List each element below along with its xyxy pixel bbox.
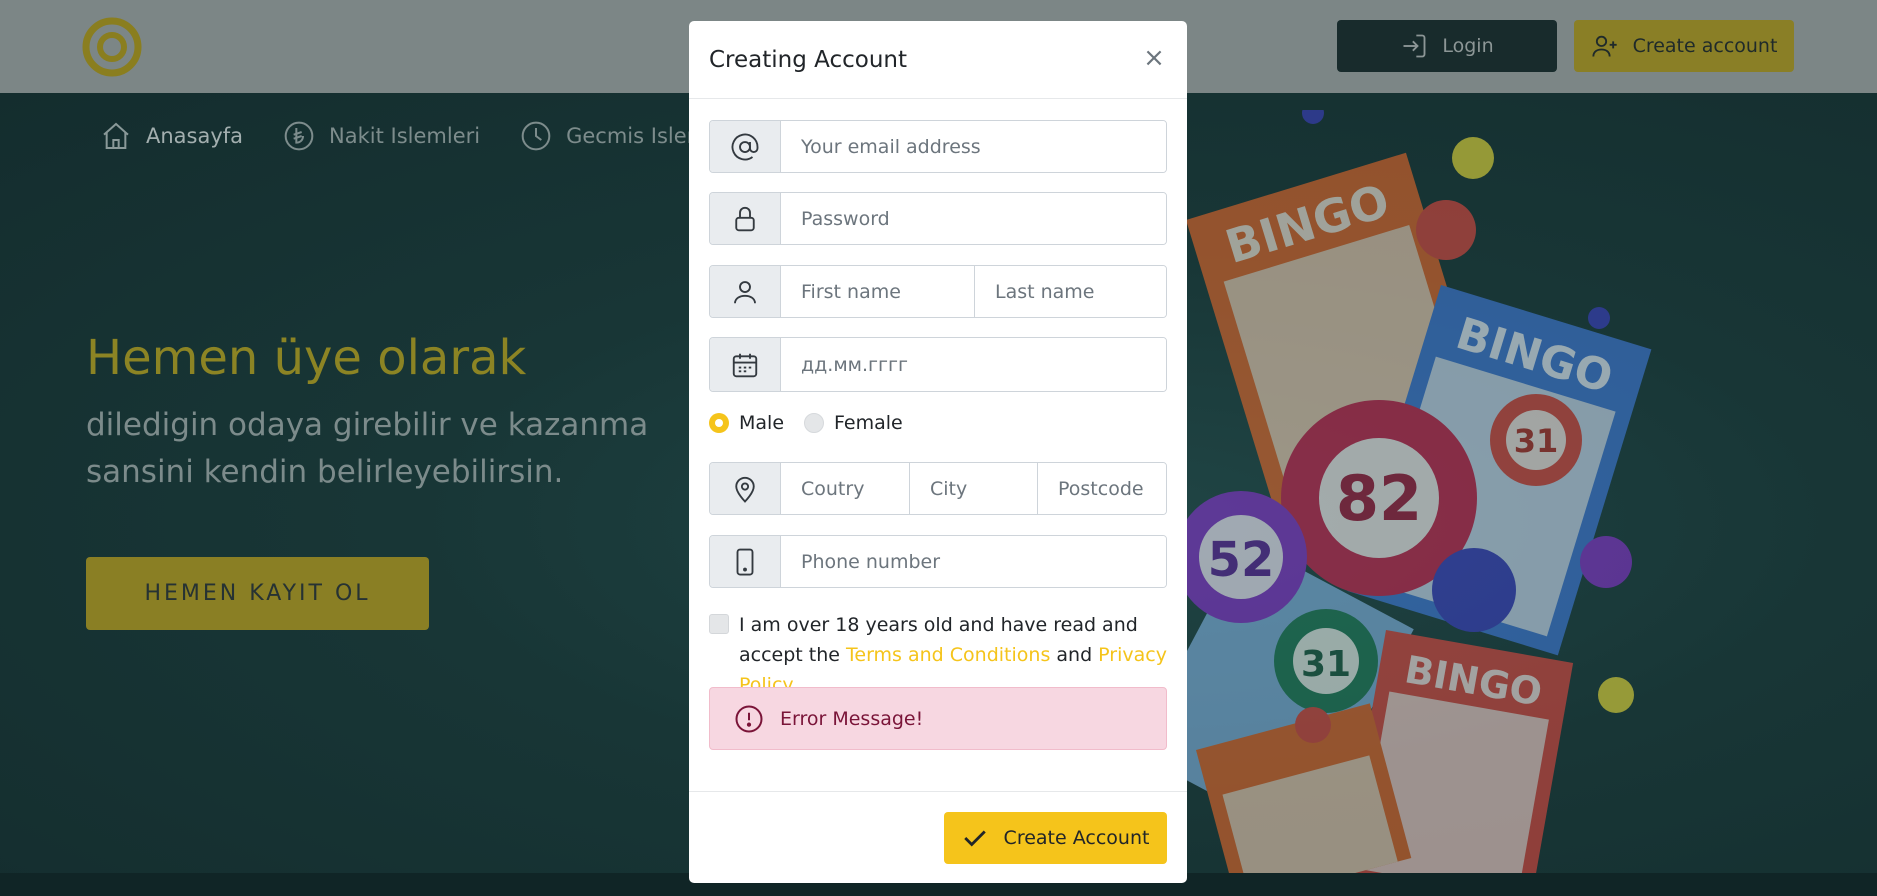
hero-title: Hemen üye olarak xyxy=(86,330,527,386)
phone-input[interactable] xyxy=(781,536,1166,587)
email-input[interactable] xyxy=(781,121,1166,172)
last-name-input[interactable] xyxy=(974,266,1166,317)
create-account-modal: Creating Account × Your email address Fi… xyxy=(689,21,1187,883)
close-icon[interactable]: × xyxy=(1141,43,1167,73)
login-label: Login xyxy=(1442,35,1494,57)
at-sign-icon xyxy=(731,133,759,160)
clock-icon xyxy=(521,121,551,151)
gender-radio-group: Male Female xyxy=(709,412,923,434)
modal-header: Creating Account × xyxy=(689,21,1187,99)
exclamation-circle-icon xyxy=(735,705,763,732)
postcode-input[interactable] xyxy=(1037,463,1166,514)
create-account-label: Create account xyxy=(1632,35,1778,57)
lock-icon xyxy=(735,206,755,231)
phone-field-group xyxy=(709,535,1167,588)
error-message: Error Message! xyxy=(780,707,924,730)
first-name-input[interactable] xyxy=(781,266,974,317)
calendar-icon xyxy=(732,353,758,377)
bingo-ball-number: 82 xyxy=(1336,462,1422,535)
country-input[interactable] xyxy=(781,463,909,514)
bingo-ball-number: 31 xyxy=(1301,644,1351,685)
user-icon xyxy=(734,280,756,303)
address-addon xyxy=(710,463,781,514)
nav-item-nakit-islemleri[interactable]: Nakit Islemleri xyxy=(283,120,480,152)
create-account-header-button[interactable]: Create account xyxy=(1574,20,1794,72)
address-field-group xyxy=(709,462,1167,515)
main-nav: Anasayfa Nakit Islemleri Gecmis Islemle xyxy=(100,120,726,152)
home-icon xyxy=(103,122,129,149)
error-alert: Error Message! xyxy=(709,687,1167,750)
nav-item-anasayfa[interactable]: Anasayfa xyxy=(100,120,243,152)
terms-checkbox[interactable] xyxy=(709,614,729,634)
terms-and: and xyxy=(1050,644,1099,666)
name-addon xyxy=(710,266,781,317)
nav-label: Nakit Islemleri xyxy=(329,124,481,148)
modal-footer: Create Account xyxy=(689,791,1187,883)
male-label[interactable]: Male xyxy=(739,412,784,434)
male-radio[interactable] xyxy=(709,413,729,433)
female-label[interactable]: Female xyxy=(834,412,903,434)
phone-addon xyxy=(710,536,781,587)
bingo-illustration: BINGO BINGO BINGO 82 52 31 31 xyxy=(1186,110,1652,873)
mobile-phone-icon xyxy=(736,548,754,575)
birthdate-input[interactable] xyxy=(781,338,1166,391)
password-input[interactable] xyxy=(781,193,1166,244)
nav-label: Anasayfa xyxy=(146,124,244,148)
create-account-submit-button[interactable]: Create Account xyxy=(944,812,1167,864)
login-icon xyxy=(1403,34,1426,58)
password-addon xyxy=(710,193,781,244)
female-radio[interactable] xyxy=(804,413,825,433)
name-field-group xyxy=(709,265,1167,318)
location-pin-icon xyxy=(735,476,755,503)
add-user-icon xyxy=(1591,35,1617,57)
email-field-group xyxy=(709,120,1167,173)
register-now-button[interactable]: HEMEN KAYIT OL xyxy=(86,557,429,630)
bingo-ball-number: 52 xyxy=(1208,532,1275,588)
city-input[interactable] xyxy=(909,463,1037,514)
password-field-group xyxy=(709,192,1167,245)
email-addon xyxy=(710,121,781,172)
modal-title: Creating Account xyxy=(709,47,908,73)
hero-subtitle: diledigin odaya girebilir ve kazanma san… xyxy=(86,407,649,490)
birthdate-addon xyxy=(710,338,781,391)
logo-icon[interactable] xyxy=(82,17,142,77)
birthdate-field-group xyxy=(709,337,1167,392)
lira-coin-icon xyxy=(284,121,314,151)
login-button[interactable]: Login xyxy=(1337,20,1557,72)
submit-label: Create Account xyxy=(1003,827,1150,849)
bingo-ball-number: 31 xyxy=(1514,422,1559,460)
check-icon xyxy=(963,830,986,847)
terms-and-conditions-link[interactable]: Terms and Conditions xyxy=(846,644,1050,666)
